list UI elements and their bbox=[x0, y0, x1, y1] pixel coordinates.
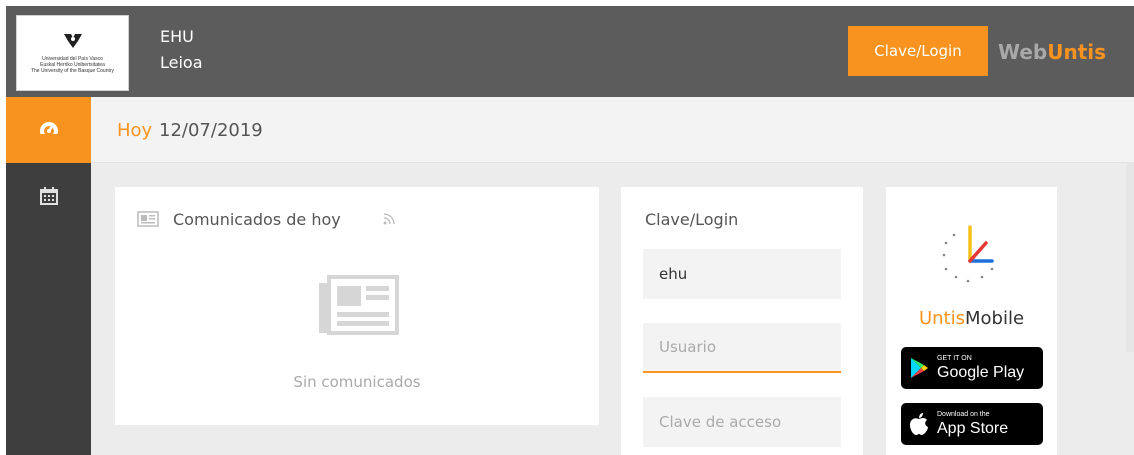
sidebar-item-dashboard[interactable] bbox=[6, 97, 91, 163]
login-button[interactable]: Clave/Login bbox=[848, 26, 988, 76]
login-card: Clave/Login bbox=[621, 187, 863, 455]
google-play-caption: GET IT ON bbox=[937, 354, 972, 362]
brand-web: Web bbox=[998, 40, 1048, 64]
sidebar bbox=[6, 97, 91, 455]
main-content: Hoy 12/07/2019 Comunicados de hoy Sin co… bbox=[91, 97, 1134, 455]
university-logo[interactable]: Universidad del País Vasco Euskal Herrik… bbox=[16, 15, 129, 91]
webuntis-brand[interactable]: WebUntis bbox=[998, 39, 1106, 65]
sidebar-item-timetable[interactable] bbox=[6, 163, 91, 229]
news-card: Comunicados de hoy Sin comunicados bbox=[115, 187, 599, 425]
school-input[interactable] bbox=[643, 249, 841, 299]
newspaper-empty-icon bbox=[319, 275, 399, 335]
rss-icon[interactable] bbox=[383, 213, 395, 225]
google-play-icon bbox=[911, 358, 928, 378]
newspaper-icon bbox=[137, 211, 159, 227]
login-title: Clave/Login bbox=[645, 210, 739, 229]
google-play-label: Google Play bbox=[937, 363, 1025, 381]
calendar-icon bbox=[39, 187, 58, 205]
apple-icon bbox=[910, 413, 928, 435]
current-date: 12/07/2019 bbox=[159, 120, 263, 141]
vertical-scrollbar[interactable] bbox=[1126, 162, 1134, 352]
school-name: EHU bbox=[160, 27, 194, 46]
app-store-badge[interactable]: Download on the App Store bbox=[901, 403, 1043, 445]
google-play-badge[interactable]: GET IT ON Google Play bbox=[901, 347, 1043, 389]
untis-mobile-card: UntisMobile GET IT ON Google Play Downlo… bbox=[886, 187, 1057, 455]
logo-line: The University of the Basque Country bbox=[30, 68, 115, 74]
university-emblem-icon bbox=[63, 34, 82, 48]
date-bar: Hoy 12/07/2019 bbox=[91, 97, 1134, 163]
mobile-name-untis: Untis bbox=[918, 308, 965, 329]
app-store-caption: Download on the bbox=[937, 410, 990, 418]
password-input[interactable] bbox=[643, 397, 841, 447]
untis-mobile-name: UntisMobile bbox=[886, 307, 1057, 331]
app-store-label: App Store bbox=[937, 419, 1009, 437]
news-empty-text: Sin comunicados bbox=[293, 373, 421, 391]
news-title: Comunicados de hoy bbox=[173, 210, 341, 229]
mobile-name-mobile: Mobile bbox=[964, 308, 1025, 329]
today-label: Hoy bbox=[117, 120, 153, 141]
top-header: Universidad del País Vasco Euskal Herrik… bbox=[6, 6, 1134, 97]
dashboard-icon bbox=[39, 122, 58, 140]
brand-untis: Untis bbox=[1047, 40, 1107, 64]
school-city: Leioa bbox=[160, 53, 203, 72]
untis-mobile-logo-icon bbox=[942, 225, 994, 283]
username-input[interactable] bbox=[643, 323, 841, 373]
